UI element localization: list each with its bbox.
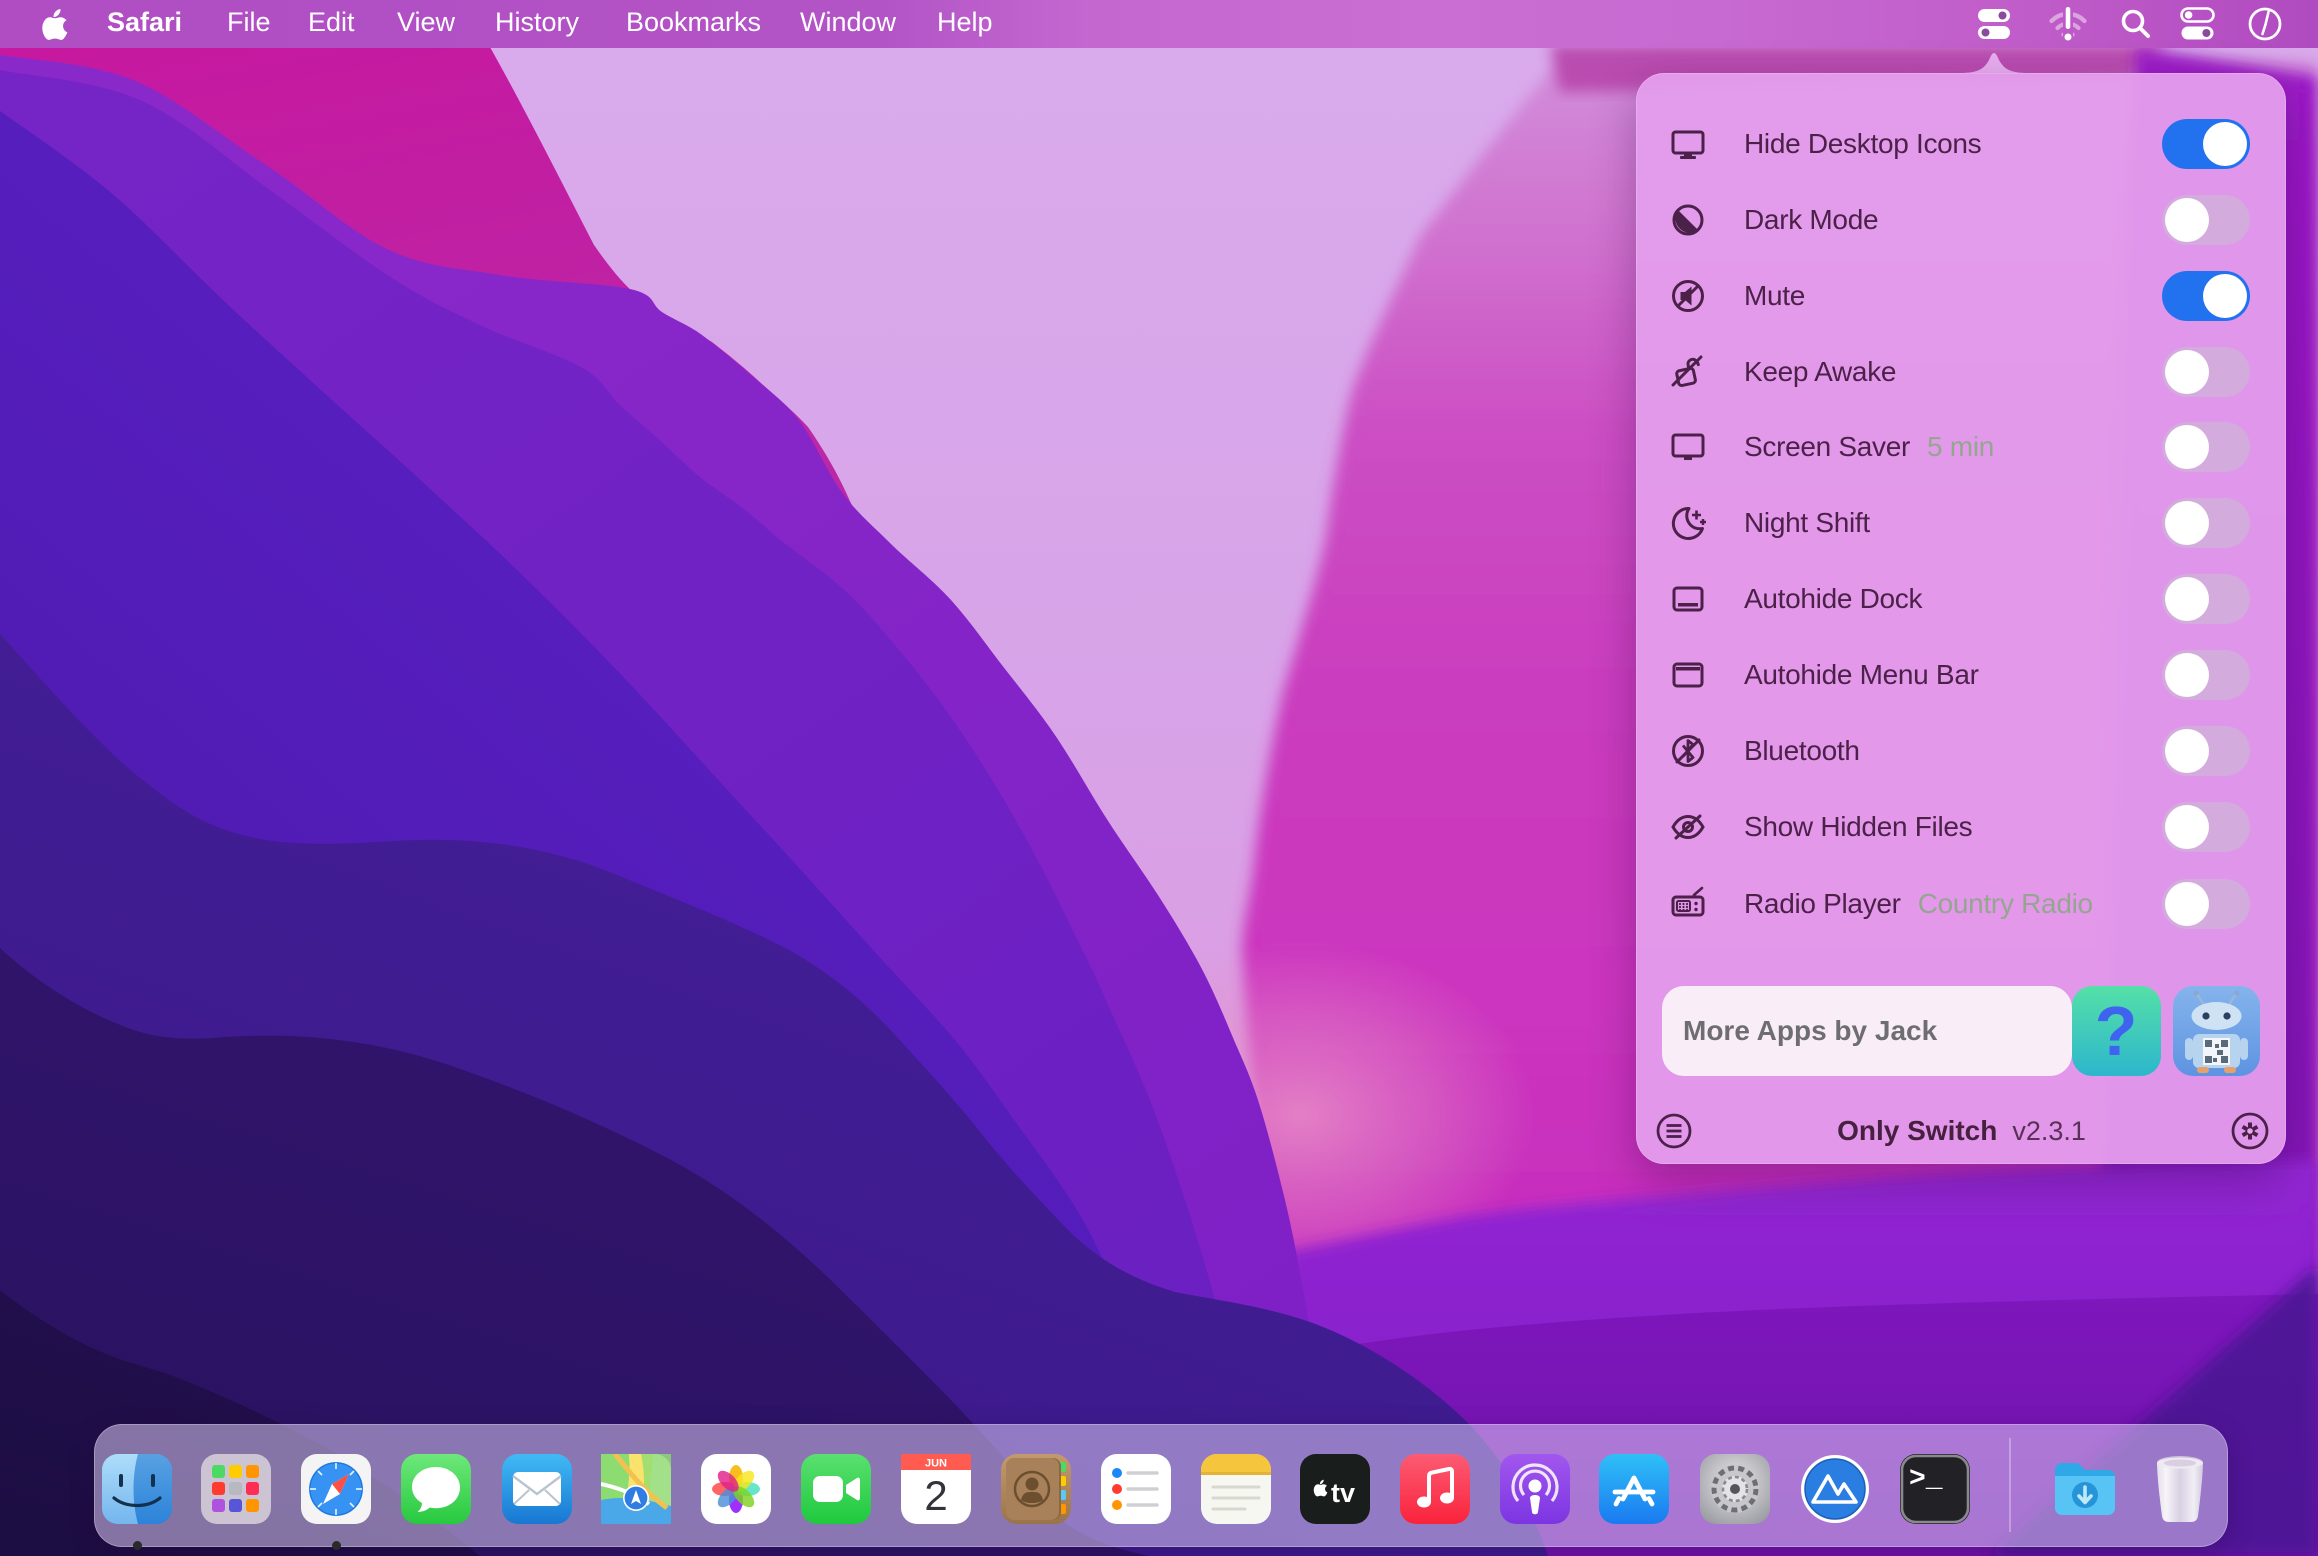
svg-text:2: 2	[924, 1472, 947, 1519]
svg-text:?: ?	[2095, 992, 2138, 1070]
svg-text:>_: >_	[1909, 1464, 1943, 1495]
svg-text:JUN: JUN	[925, 1458, 947, 1470]
svg-text:tv: tv	[1331, 1478, 1355, 1508]
